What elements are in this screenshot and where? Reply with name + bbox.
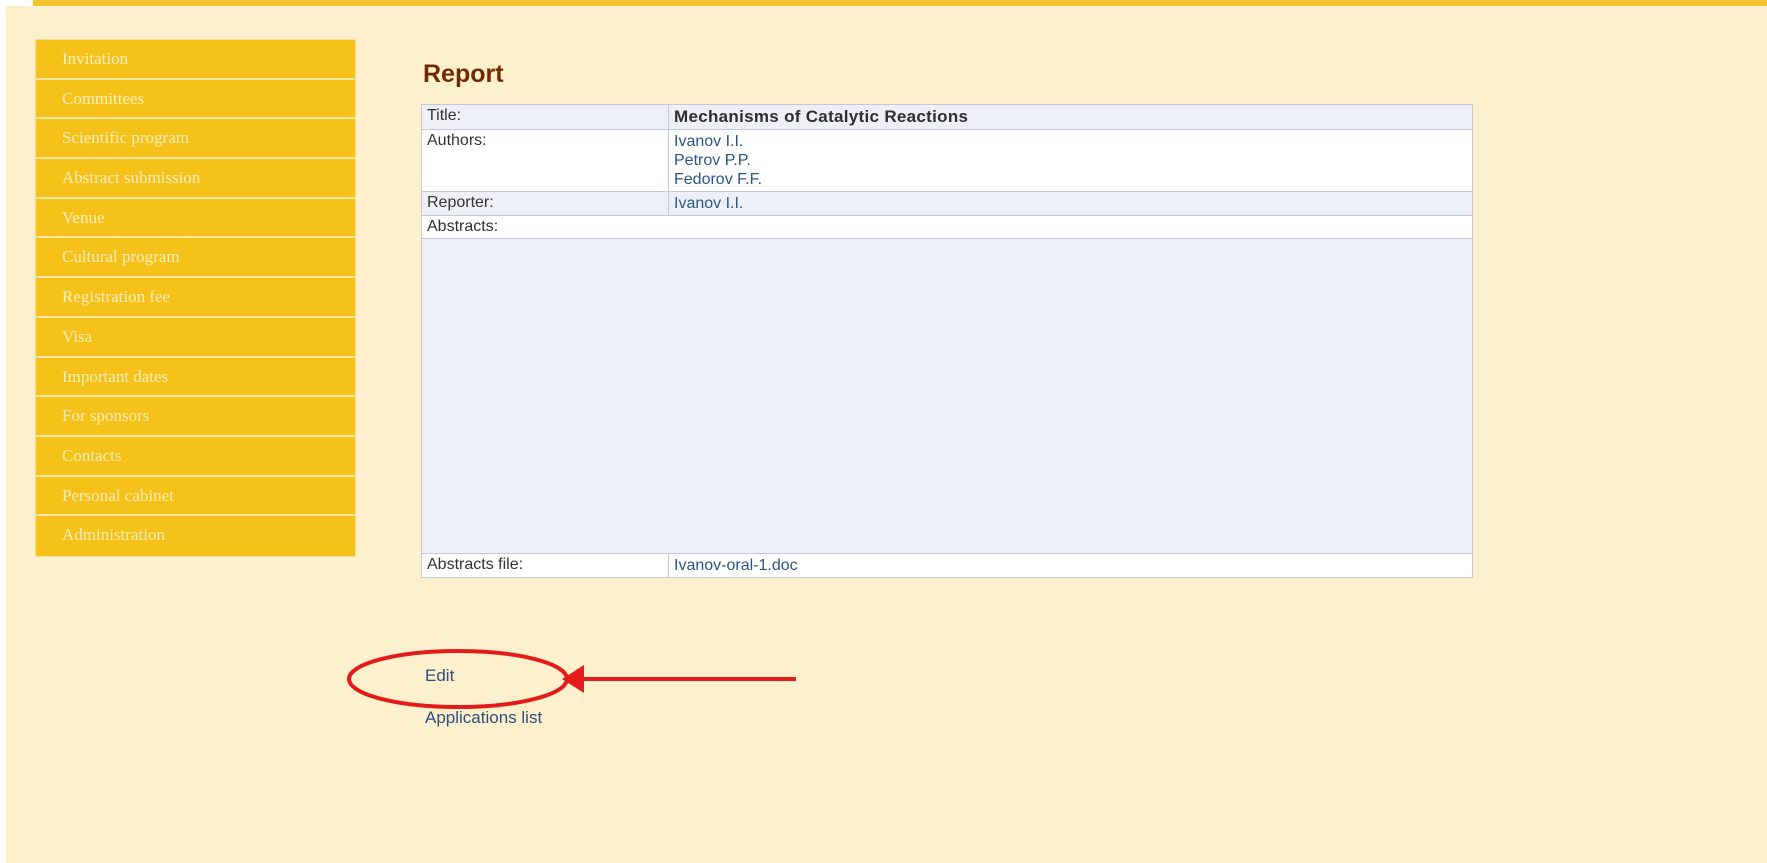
reporter-label: Reporter: (421, 191, 669, 216)
abstracts-file-link[interactable]: Ivanov-oral-1.doc (674, 556, 1467, 575)
sidebar-menu: Invitation Committees Scientific program… (35, 39, 356, 557)
sidebar-item-invitation[interactable]: Invitation (36, 40, 355, 80)
sidebar-item-cultural-program[interactable]: Cultural program (36, 238, 355, 279)
abstracts-body (421, 238, 1473, 554)
abstracts-file-cell: Ivanov-oral-1.doc (668, 553, 1473, 578)
authors-cell: Ivanov I.I. Petrov P.P. Fedorov F.F. (668, 129, 1473, 192)
table-row: Authors: Ivanov I.I. Petrov P.P. Fedorov… (421, 129, 1473, 192)
sidebar-item-registration-fee[interactable]: Registration fee (36, 278, 355, 318)
title-value: Mechanisms of Catalytic Reactions (668, 104, 1473, 130)
reporter-cell: Ivanov I.I. (668, 191, 1473, 216)
sidebar-item-venue[interactable]: Venue (36, 199, 355, 239)
sidebar-item-committees[interactable]: Committees (36, 80, 355, 120)
sidebar-item-important-dates[interactable]: Important dates (36, 358, 355, 398)
table-row: Reporter: Ivanov I.I. (421, 191, 1473, 216)
sidebar-item-visa[interactable]: Visa (36, 318, 355, 358)
author-link[interactable]: Petrov P.P. (674, 151, 1467, 170)
table-row: Abstracts: (421, 215, 1473, 239)
reporter-link[interactable]: Ivanov I.I. (674, 194, 1467, 213)
sidebar-item-personal-cabinet[interactable]: Personal cabinet (36, 477, 355, 517)
report-table: Title: Mechanisms of Catalytic Reactions… (421, 104, 1473, 578)
table-row (421, 238, 1473, 554)
abstracts-file-label: Abstracts file: (421, 553, 669, 578)
edit-link[interactable]: Edit (425, 666, 454, 686)
sidebar-item-abstract-submission[interactable]: Abstract submission (36, 159, 355, 199)
sidebar-item-administration[interactable]: Administration (36, 516, 355, 556)
applications-list-link[interactable]: Applications list (425, 708, 542, 728)
author-link[interactable]: Fedorov F.F. (674, 170, 1467, 189)
sidebar-item-for-sponsors[interactable]: For sponsors (36, 397, 355, 437)
title-label: Title: (421, 104, 669, 130)
sidebar-item-scientific-program[interactable]: Scientific program (36, 119, 355, 160)
header-stripe (33, 0, 1767, 6)
authors-label: Authors: (421, 129, 669, 192)
sidebar-item-contacts[interactable]: Contacts (36, 437, 355, 477)
table-row: Abstracts file: Ivanov-oral-1.doc (421, 553, 1473, 578)
page-title: Report (423, 60, 504, 88)
author-link[interactable]: Ivanov I.I. (674, 132, 1467, 151)
abstracts-label: Abstracts: (421, 215, 1473, 239)
table-row: Title: Mechanisms of Catalytic Reactions (421, 104, 1473, 130)
